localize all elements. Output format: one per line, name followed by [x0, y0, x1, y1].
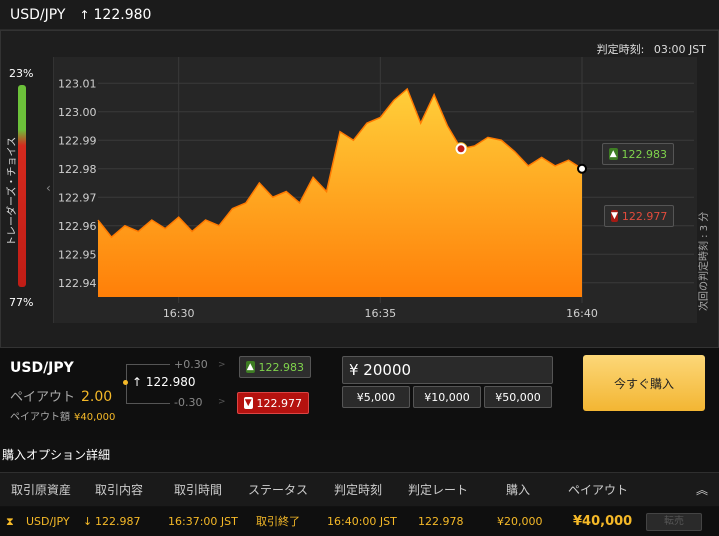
col-content: 取引内容 — [95, 483, 144, 497]
cell-content: 122.987 — [95, 515, 141, 528]
gauge-bottom-percent: 77% — [9, 296, 34, 309]
price-area — [98, 88, 582, 297]
price-range: +0.30 ↑ 122.980 -0.30 > > — [123, 358, 226, 412]
payout-amount-value: ¥40,000 — [74, 412, 116, 423]
x-tick-label: 16:35 — [364, 307, 396, 320]
down-arrow-icon: ↓ — [83, 515, 93, 528]
cell-judge-rate: 122.978 — [418, 515, 464, 528]
minus-range: -0.30 — [174, 396, 203, 409]
high-button-price: 122.983 — [258, 360, 305, 374]
chevron-right-icon: > — [218, 397, 226, 407]
range-line — [126, 403, 170, 404]
y-tick-label: 122.98 — [58, 163, 97, 176]
chart-panel: 判定時刻: 03:00 JST 23% 77% トレーダーズ・チョイス ‹ 12… — [0, 30, 719, 348]
low-price: 122.977 — [621, 209, 668, 223]
trade-symbol: USD/JPY — [10, 360, 74, 376]
preset-5000-button[interactable]: ¥5,000 — [342, 386, 410, 408]
col-judge-time: 判定時刻 — [334, 483, 383, 497]
payout-label: ペイアウト — [10, 390, 76, 405]
double-chevron-up-icon[interactable]: ︽ — [696, 473, 708, 507]
col-time: 取引時間 — [174, 483, 223, 497]
judge-time-value: 03:00 JST — [653, 43, 706, 56]
x-tick-label: 16:40 — [566, 307, 598, 320]
preset-10000-button[interactable]: ¥10,000 — [413, 386, 481, 408]
col-judge-rate: 判定レート — [408, 483, 469, 497]
plot-area: 123.01 123.00 122.99 122.98 122.97 122.96 122.… — [53, 57, 697, 323]
payout-amount-label: ペイアウト額 — [10, 412, 70, 423]
y-tick-label: 122.96 — [58, 220, 97, 233]
up-arrow-icon: ▲ — [246, 361, 255, 373]
up-arrow-icon: ▲ — [609, 148, 618, 160]
amount-presets: ¥5,000 ¥10,000 ¥50,000 — [342, 386, 552, 408]
table-header: 取引原資産 取引内容 取引時間 ステータス 判定時刻 判定レート 購入 ペイアウ… — [0, 472, 719, 506]
range-current: ↑ 122.980 — [132, 375, 196, 389]
col-asset: 取引原資産 — [11, 483, 72, 497]
cell-judge-time: 16:40:00 JST — [327, 515, 397, 528]
price-chart: 123.01 123.00 122.99 122.98 122.97 122.96 122.… — [58, 57, 694, 320]
range-line — [126, 364, 170, 365]
cell-asset: USD/JPY — [26, 515, 70, 528]
y-tick-label: 123.01 — [58, 77, 97, 90]
hourglass-icon: ⧗ — [6, 515, 14, 528]
traders-choice-label: トレーダーズ・チョイス — [7, 136, 18, 246]
cell-payout: ¥40,000 — [573, 514, 633, 529]
high-button[interactable]: ▲ 122.983 — [239, 356, 311, 378]
chevron-right-icon: > — [218, 360, 226, 370]
cell-purchase: ¥20,000 — [497, 515, 543, 528]
down-arrow-icon: ▼ — [244, 397, 253, 409]
buy-now-button[interactable]: 今すぐ購入 — [583, 355, 705, 411]
cell-time: 16:37:00 JST — [168, 515, 238, 528]
col-payout: ペイアウト — [568, 483, 629, 497]
current-price: 122.980 — [93, 6, 152, 23]
payout-value: 2.00 — [81, 389, 113, 405]
table-row: ⧗ USD/JPY ↓ 122.987 16:37:00 JST 取引終了 16… — [0, 507, 719, 536]
y-tick-label: 122.94 — [58, 277, 97, 290]
chevron-left-icon[interactable]: ‹ — [46, 181, 51, 195]
y-tick-label: 123.00 — [58, 106, 97, 119]
plus-range: +0.30 — [174, 358, 208, 371]
y-tick-label: 122.95 — [58, 248, 97, 261]
low-price-button[interactable]: ▼ 122.977 — [604, 205, 674, 227]
payout: ペイアウト 2.00 — [10, 386, 112, 405]
current-dot — [123, 380, 128, 385]
entry-marker-dot — [457, 145, 465, 153]
gauge-top-percent: 23% — [9, 67, 34, 80]
section-title: 購入オプション詳細 — [2, 448, 111, 462]
down-arrow-icon: ▼ — [611, 210, 618, 222]
y-tick-label: 122.99 — [58, 134, 97, 147]
top-bar: USD/JPY ↑ 122.980 — [0, 0, 719, 30]
symbol-title: USD/JPY — [10, 6, 66, 23]
payout-amount: ペイアウト額 ¥40,000 — [10, 408, 115, 423]
range-current-price: 122.980 — [145, 375, 196, 389]
up-arrow-icon: ↑ — [79, 7, 90, 22]
amount-input[interactable]: ¥ 20000 — [342, 356, 553, 384]
y-tick-label: 122.97 — [58, 191, 97, 204]
low-button[interactable]: ▼ 122.977 — [237, 392, 309, 414]
judge-time-label: 判定時刻: — [596, 43, 645, 56]
col-purchase: 購入 — [506, 483, 531, 497]
col-status: ステータス — [248, 483, 309, 497]
high-price-button[interactable]: ▲ 122.983 — [602, 143, 674, 165]
cell-status: 取引終了 — [256, 515, 300, 528]
next-judge-label: 次回の判定時刻 : 3 分 — [699, 211, 710, 311]
high-price: 122.983 — [621, 147, 668, 161]
preset-50000-button[interactable]: ¥50,000 — [484, 386, 552, 408]
traders-choice-gauge — [18, 85, 26, 287]
judge-time: 判定時刻: 03:00 JST — [597, 41, 706, 57]
current-point — [577, 163, 587, 174]
resell-button[interactable]: 転売 — [646, 513, 702, 531]
trade-panel: USD/JPY ペイアウト 2.00 ペイアウト額 ¥40,000 +0.30 ↑ … — [0, 348, 719, 440]
x-tick-label: 16:30 — [163, 307, 195, 320]
up-arrow-icon: ↑ — [132, 375, 143, 389]
low-button-price: 122.977 — [256, 396, 303, 410]
